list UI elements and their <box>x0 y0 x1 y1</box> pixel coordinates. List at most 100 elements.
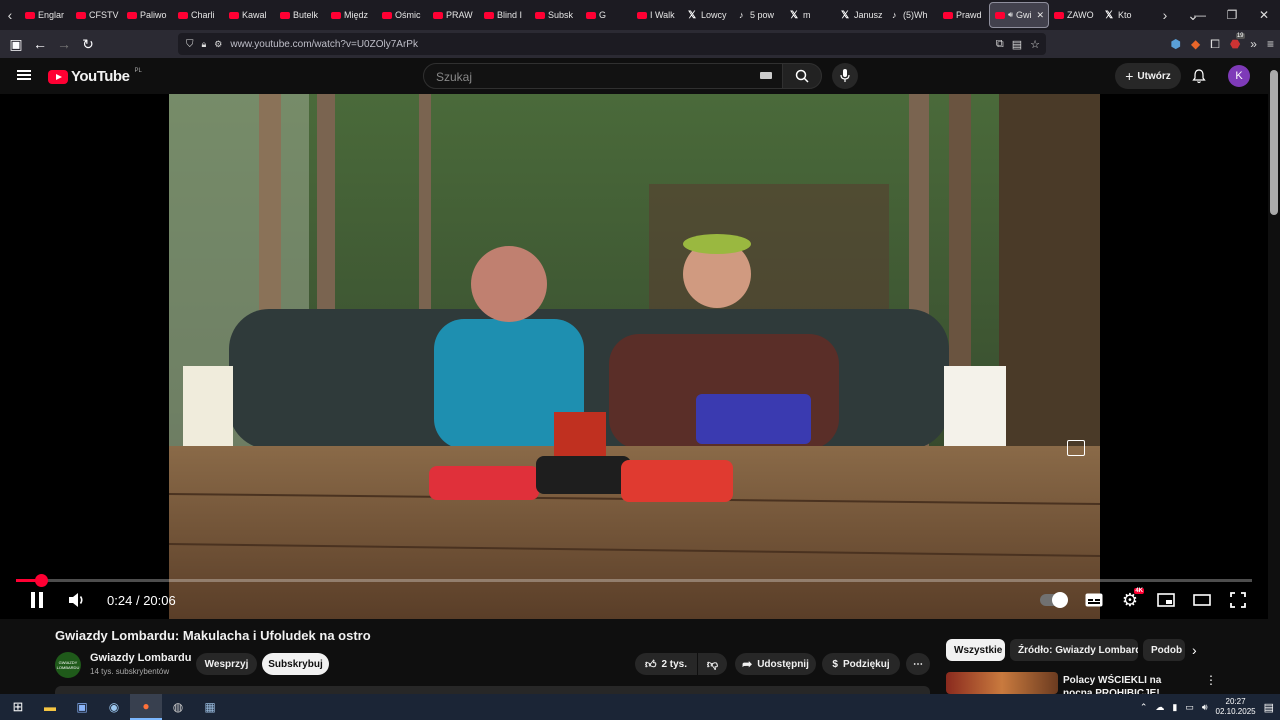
calculator-icon[interactable]: ▦ <box>194 694 226 720</box>
channel-avatar[interactable]: GWIAZDY LOMBARDU <box>55 652 81 678</box>
browser-tab[interactable]: Ośmic <box>377 2 428 28</box>
browser-tab[interactable]: 𝕏 Lowcy <box>683 2 734 28</box>
dislike-button[interactable]: 👎︎ <box>698 653 727 675</box>
vpn-shield-icon[interactable]: ⬢ <box>1170 37 1180 51</box>
theater-mode-button[interactable] <box>1192 590 1212 610</box>
recommendation-menu-icon[interactable]: ⋮ <box>1205 673 1217 687</box>
windows-start-icon[interactable]: ⊞ <box>2 694 34 720</box>
settings-button[interactable]: ⚙ 4K <box>1120 588 1144 610</box>
youtube-logo[interactable]: YouTube PL <box>48 68 142 85</box>
url-text[interactable]: www.youtube.com/watch?v=U0ZOly7ArPk <box>230 39 418 50</box>
subtitles-button[interactable] <box>1084 590 1104 610</box>
browser-tab[interactable]: ♪ 5 pow <box>734 2 785 28</box>
file-explorer-icon[interactable]: ▬ <box>34 694 66 720</box>
voice-search-button[interactable] <box>832 63 858 89</box>
close-icon[interactable]: ✕ <box>1248 0 1280 30</box>
search-button[interactable] <box>782 63 822 89</box>
progress-bar[interactable] <box>16 574 1252 587</box>
app-globe-icon[interactable]: ◍ <box>162 694 194 720</box>
chip-similar[interactable]: Podob <box>1143 639 1185 661</box>
browser-tab[interactable]: Charli <box>173 2 224 28</box>
browser-tab[interactable]: G <box>581 2 632 28</box>
page-scrollbar[interactable] <box>1268 58 1280 694</box>
chip-source-channel[interactable]: Źródło: Gwiazdy Lombardu <box>1010 639 1138 661</box>
thanks-button[interactable]: $ Podziękuj <box>822 653 900 675</box>
extensions-puzzle-icon[interactable]: ⧠ <box>1210 37 1220 52</box>
browser-tab[interactable]: ♪ (5)Wh <box>887 2 938 28</box>
browser-tab[interactable]: I Walk <box>632 2 683 28</box>
speaker-icon[interactable]: 🔊︎ <box>1202 702 1208 713</box>
chip-all[interactable]: Wszystkie <box>946 639 1005 661</box>
tab-active[interactable]: 🔊︎ Gwi ✕ <box>989 2 1049 28</box>
video-player[interactable]: 0:24 / 20:06 ⚙ 4K <box>0 94 1268 619</box>
reload-icon[interactable]: ↻ <box>76 30 100 58</box>
permissions-icon[interactable]: ⚙ <box>214 39 222 50</box>
extension-fox-icon[interactable]: ◆ <box>1191 37 1200 51</box>
browser-tab[interactable]: CFSTV <box>71 2 122 28</box>
search-input[interactable] <box>434 69 738 85</box>
create-button[interactable]: + Utwórz <box>1115 63 1181 89</box>
notifications-bell-icon[interactable] <box>1190 67 1208 85</box>
pip-icon[interactable]: ⧉ <box>996 38 1004 51</box>
support-button[interactable]: Wesprzyj <box>196 653 257 675</box>
pause-button[interactable] <box>27 590 47 610</box>
scrubber-handle[interactable] <box>34 574 48 587</box>
tabs-scroll-left-icon[interactable]: ‹ <box>0 0 20 30</box>
forward-icon[interactable]: → <box>52 30 76 58</box>
like-button[interactable]: 👍︎ 2 tys. <box>635 653 697 675</box>
guide-menu-icon[interactable] <box>17 70 31 80</box>
onedrive-cloud-icon[interactable]: ☁ <box>1155 702 1164 713</box>
more-actions-button[interactable]: ⋯ <box>906 653 930 675</box>
browser-tab[interactable]: 𝕏 Janusz <box>836 2 887 28</box>
browser-tab[interactable]: Blind I <box>479 2 530 28</box>
app-menu-icon[interactable]: ≡ <box>1267 37 1274 51</box>
remote-desktop-icon[interactable]: ▣ <box>66 694 98 720</box>
browser-tab[interactable]: Paliwo <box>122 2 173 28</box>
overflow-chevron-icon[interactable]: » <box>1250 37 1257 51</box>
browser-tab[interactable]: Subsk <box>530 2 581 28</box>
browser-tab[interactable]: Międz <box>326 2 377 28</box>
notifications-icon[interactable]: ▤ <box>1264 701 1274 714</box>
share-button[interactable]: ➦ Udostępnij <box>735 653 816 675</box>
steam-icon[interactable]: ◉ <box>98 694 130 720</box>
tabs-scroll-right-icon[interactable]: › <box>1155 0 1175 30</box>
sidebar-toggle-icon[interactable]: ▣ <box>4 30 28 58</box>
firefox-icon[interactable]: ● <box>130 694 162 720</box>
recommendation-title[interactable]: Polacy WŚCIEKLI na nocną PROHIBICJĘ! POL… <box>1063 674 1193 696</box>
fullscreen-button[interactable] <box>1228 590 1248 610</box>
address-bar[interactable]: ⛉ 🔒︎ ⚙ www.youtube.com/watch?v=U0ZOly7Ar… <box>178 33 1046 55</box>
reader-view-icon[interactable]: ▤ <box>1012 38 1022 51</box>
shield-icon[interactable]: ⛉ <box>186 39 194 50</box>
description-box[interactable] <box>55 686 930 694</box>
tab-audio-speaker-icon[interactable]: 🔊︎ <box>1008 10 1013 20</box>
bookmark-star-icon[interactable]: ☆ <box>1030 38 1040 51</box>
lock-icon[interactable]: 🔒︎ <box>202 39 207 50</box>
volume-button[interactable] <box>67 590 87 610</box>
miniplayer-button[interactable] <box>1156 590 1176 610</box>
browser-tab[interactable]: Butelk <box>275 2 326 28</box>
keyboard-icon[interactable] <box>760 72 772 79</box>
browser-tab[interactable]: Prawd <box>938 2 989 28</box>
video-frame[interactable] <box>169 94 1100 619</box>
chips-next-chevron-icon[interactable]: › <box>1192 642 1197 658</box>
browser-tab[interactable]: 𝕏m <box>785 2 836 28</box>
tray-overflow-chevron-icon[interactable]: ⌃ <box>1140 702 1148 713</box>
ublock-icon[interactable]: ⬣ 19 <box>1230 33 1245 51</box>
minimize-icon[interactable]: — <box>1184 0 1216 30</box>
restore-icon[interactable]: ❐ <box>1216 0 1248 30</box>
account-avatar[interactable]: K <box>1228 65 1250 87</box>
network-icon[interactable]: ▭ <box>1185 702 1194 713</box>
browser-tab[interactable]: ZAWO <box>1049 2 1100 28</box>
channel-name[interactable]: Gwiazdy Lombardu <box>90 652 191 664</box>
back-icon[interactable]: ← <box>28 30 52 58</box>
browser-tab[interactable]: Kawal <box>224 2 275 28</box>
annotation-link-icon[interactable] <box>1067 440 1085 456</box>
browser-tab[interactable]: PRAW <box>428 2 479 28</box>
subscribe-button[interactable]: Subskrybuj <box>262 653 329 675</box>
browser-tab[interactable]: Englar <box>20 2 71 28</box>
recommendation-thumbnail[interactable] <box>946 672 1058 694</box>
tab-close-icon[interactable]: ✕ <box>1037 10 1045 21</box>
usb-icon[interactable]: ▮ <box>1172 702 1177 713</box>
taskbar-clock[interactable]: 20:27 02.10.2025 <box>1216 697 1256 717</box>
scrollbar-thumb[interactable] <box>1270 70 1278 215</box>
